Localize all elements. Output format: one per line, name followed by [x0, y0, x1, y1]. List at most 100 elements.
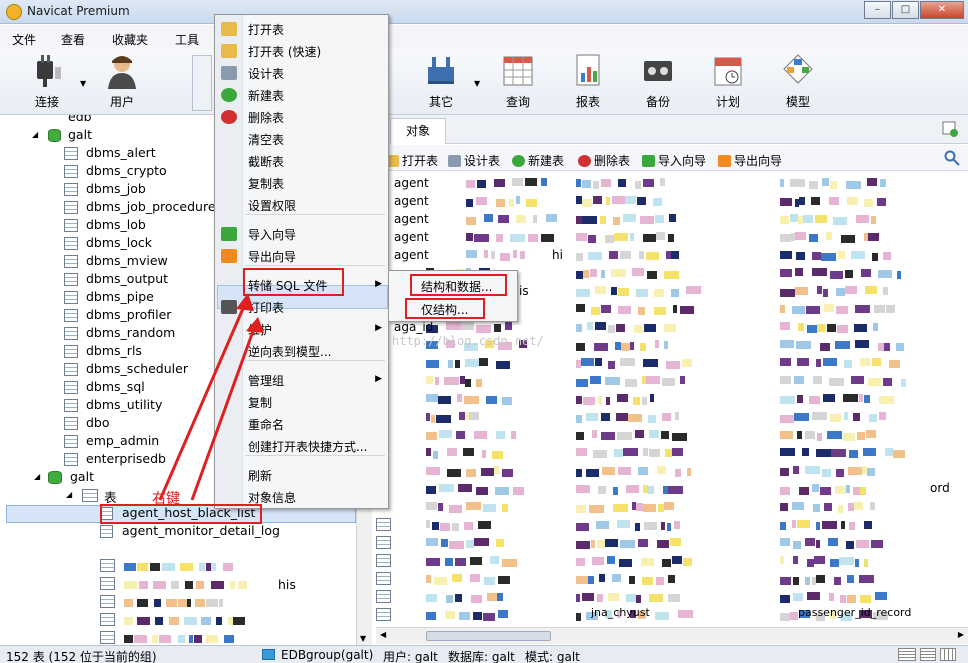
menu-view[interactable]: 查看: [61, 31, 85, 48]
expand-arrow-icon[interactable]: ◢: [32, 130, 38, 139]
blurred-text-block: [780, 431, 793, 439]
blurred-text-block: [618, 306, 631, 314]
new-query-icon[interactable]: [942, 121, 958, 137]
menu-tools[interactable]: 工具: [175, 31, 199, 48]
object-item[interactable]: agent: [394, 212, 429, 226]
object-item-fragment: hi: [552, 248, 563, 262]
blurred-text-block: [465, 379, 471, 387]
blurred-text-block: [849, 450, 858, 458]
backup-button[interactable]: 备份: [626, 53, 690, 110]
connect-dropdown-icon[interactable]: ▼: [80, 79, 86, 88]
object-item[interactable]: agent: [394, 248, 429, 262]
user-button[interactable]: 用户: [90, 53, 154, 110]
blurred-text-block: [124, 599, 133, 607]
blurred-text-block: [672, 448, 683, 456]
blurred-text-block: [828, 538, 838, 546]
tree-item-label: dbms_job: [86, 181, 146, 196]
open-table-button[interactable]: 打开表: [386, 152, 438, 169]
blurred-text-block: [851, 251, 865, 259]
tree-item-edb[interactable]: edb: [64, 115, 92, 127]
tab-objects[interactable]: 对象: [390, 118, 446, 144]
query-button[interactable]: 查询: [486, 53, 550, 110]
blurred-text-block: [630, 233, 634, 241]
object-item-fragment: jna_chyust: [591, 606, 650, 619]
blurred-text-block: [601, 179, 611, 187]
tree-item-agent-monitor-detail-log[interactable]: agent_monitor_detail_log: [100, 523, 400, 541]
table-tool-button[interactable]: [192, 55, 212, 111]
blurred-text-block: [814, 556, 825, 564]
detail-view-icon[interactable]: [920, 648, 936, 661]
delete-table-button[interactable]: 删除表: [578, 152, 630, 169]
open-table-fast-item[interactable]: 打开表 (快速): [248, 43, 321, 60]
open-table-item[interactable]: 打开表: [248, 21, 284, 38]
blurred-text-block: [466, 540, 474, 548]
blurred-text-block: [576, 379, 588, 387]
object-item[interactable]: agent: [394, 194, 429, 208]
blurred-text-block: [484, 214, 493, 222]
menu-favorites[interactable]: 收藏夹: [112, 31, 148, 48]
search-icon[interactable]: [944, 150, 960, 166]
blurred-text-block: [637, 197, 646, 205]
blurred-text-block: [674, 521, 680, 529]
schema-icon: [64, 291, 78, 304]
tree-item-label: dbms_lock: [86, 235, 153, 250]
horizontal-scrollbar[interactable]: ◀ ▶: [376, 627, 968, 644]
expand-arrow-icon[interactable]: ◢: [66, 490, 72, 499]
blurred-text-block: [638, 307, 645, 315]
list-view-icon[interactable]: [898, 648, 916, 661]
expand-arrow-icon[interactable]: ◢: [34, 472, 40, 481]
object-item[interactable]: agent: [394, 230, 429, 244]
object-item-fragment: is: [519, 284, 529, 298]
blurred-text-block: [597, 594, 603, 602]
blurred-text-block: [582, 216, 597, 224]
empty-table-item[interactable]: 清空表: [248, 131, 284, 148]
design-table-button[interactable]: 设计表: [448, 152, 500, 169]
blurred-text-block: [671, 251, 679, 259]
menu-file[interactable]: 文件: [12, 31, 36, 48]
delete-table-item[interactable]: 删除表: [248, 109, 284, 126]
object-list[interactable]: agent agent agent agent agent hi is aga_…: [376, 172, 968, 627]
blurred-text-block: [839, 557, 854, 565]
schedule-button[interactable]: 计划: [696, 53, 760, 110]
tree-item-partial-his[interactable]: his: [278, 577, 296, 595]
blurred-text-block: [780, 269, 792, 277]
export-wizard-item[interactable]: 导出向导: [248, 248, 296, 265]
blurred-text-block: [809, 181, 818, 189]
blurred-text-block: [860, 595, 871, 603]
design-table-item[interactable]: 设计表: [248, 65, 284, 82]
close-button[interactable]: ✕: [920, 1, 964, 19]
new-table-item[interactable]: 新建表: [248, 87, 284, 104]
blurred-text-block: [883, 252, 891, 260]
truncate-table-item[interactable]: 截断表: [248, 153, 284, 170]
set-permissions-item[interactable]: 设置权限: [248, 197, 296, 214]
scroll-thumb[interactable]: [426, 631, 551, 641]
blurred-text-block: [846, 181, 861, 189]
other-dropdown-icon[interactable]: ▼: [474, 79, 480, 88]
database-icon: [48, 129, 61, 142]
blurred-text-block: [440, 523, 450, 531]
model-button[interactable]: 模型: [766, 53, 830, 110]
blurred-text-block: [813, 504, 820, 512]
import-wizard-item[interactable]: 导入向导: [248, 226, 296, 243]
blurred-text-block: [426, 394, 438, 402]
tree-item-label: galt: [70, 469, 94, 484]
icon-view-icon[interactable]: [940, 648, 956, 661]
delete-table-icon: [578, 155, 591, 167]
new-table-button[interactable]: 新建表: [512, 152, 564, 169]
blurred-text-block: [780, 503, 788, 511]
export-wizard-button[interactable]: 导出向导: [718, 152, 782, 169]
blurred-text-block: [479, 358, 488, 366]
minimize-button[interactable]: –: [864, 1, 891, 19]
copy-table-item[interactable]: 复制表: [248, 175, 284, 192]
maximize-button[interactable]: □: [892, 1, 919, 19]
export-icon: [221, 249, 237, 263]
report-button[interactable]: 报表: [556, 53, 620, 110]
import-wizard-button[interactable]: 导入向导: [642, 152, 706, 169]
blurred-text-block: [871, 540, 883, 548]
other-button[interactable]: 其它: [409, 53, 473, 110]
object-item[interactable]: agent: [394, 176, 429, 190]
connect-button[interactable]: 连接: [15, 53, 79, 110]
calendar-icon: [714, 57, 742, 86]
blurred-text-block: [780, 322, 790, 330]
schema-icon: [64, 273, 78, 286]
